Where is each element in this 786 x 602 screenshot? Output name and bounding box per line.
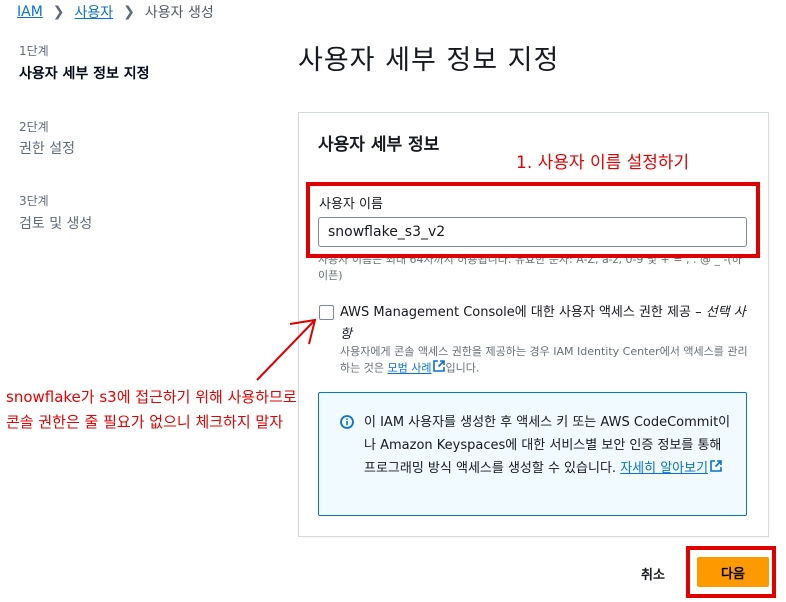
step-1-title: 사용자 세부 정보 지정 — [19, 66, 150, 82]
desc-suffix: 입니다. — [445, 361, 480, 375]
next-highlight-box — [686, 546, 776, 598]
best-practice-link[interactable]: 모범 사례 — [387, 362, 431, 375]
chevron-right-icon: ❯ — [52, 4, 65, 20]
username-highlight-box — [306, 182, 760, 258]
page-title: 사용자 세부 정보 지정 — [298, 45, 560, 76]
step-2-number: 2단계 — [19, 120, 49, 134]
annotation-step1: 1. 사용자 이름 설정하기 — [516, 153, 690, 173]
breadcrumb-iam-link[interactable]: IAM — [17, 4, 43, 20]
breadcrumb-current: 사용자 생성 — [144, 5, 214, 21]
step-3-title[interactable]: 검토 및 생성 — [19, 213, 92, 233]
learn-more-link[interactable]: 자세히 알아보기 — [620, 461, 708, 476]
breadcrumb: IAM ❯ 사용자 ❯ 사용자 생성 — [17, 2, 214, 22]
step-1-number: 1단계 — [19, 44, 49, 58]
cancel-button[interactable]: 취소 — [641, 564, 665, 583]
chevron-right-icon: ❯ — [123, 4, 135, 20]
external-link-icon — [433, 360, 446, 377]
info-alert-text: 이 IAM 사용자를 생성한 후 액세스 키 또는 AWS CodeCommit… — [364, 411, 734, 480]
annotation-note-line2: 콘솔 권한은 줄 필요가 없으니 체크하지 말자 — [6, 413, 284, 431]
console-access-text: AWS Management Console에 대한 사용자 액세스 권한 제공… — [340, 305, 702, 320]
console-access-label[interactable]: AWS Management Console에 대한 사용자 액세스 권한 제공… — [340, 302, 750, 346]
panel-title: 사용자 세부 정보 — [318, 135, 440, 155]
step-2-title[interactable]: 권한 설정 — [19, 138, 75, 158]
external-link-icon — [710, 457, 722, 480]
info-icon — [340, 414, 354, 433]
breadcrumb-users-link[interactable]: 사용자 — [75, 2, 114, 22]
annotation-arrow-icon — [256, 318, 317, 381]
step-3-number: 3단계 — [19, 194, 49, 208]
console-access-description: 사용자에게 콘솔 액세스 권한을 제공하는 경우 IAM Identity Ce… — [340, 344, 750, 377]
